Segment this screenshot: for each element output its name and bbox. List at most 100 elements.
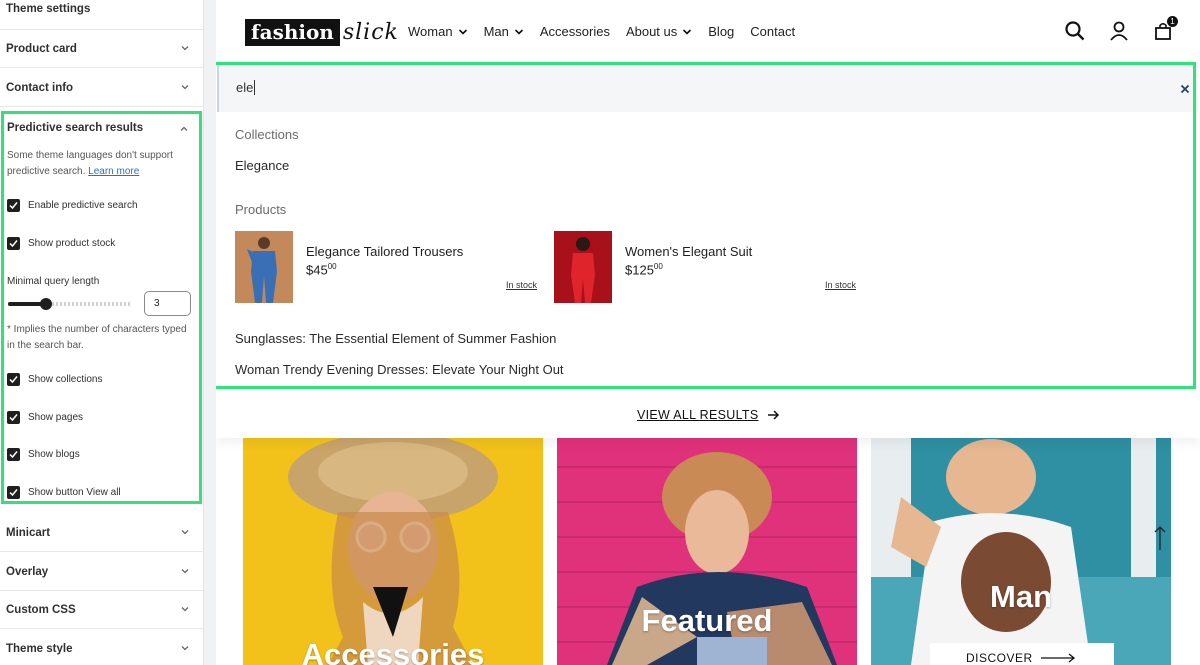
price-cents: 00 xyxy=(327,262,337,271)
nav-item-woman[interactable]: Woman xyxy=(408,24,468,39)
section-minicart[interactable]: Minicart xyxy=(0,514,203,552)
chevron-down-icon xyxy=(181,646,189,651)
nav-label: Accessories xyxy=(539,24,610,39)
header-icons: 1 xyxy=(1064,16,1178,42)
product-price: $4500 xyxy=(306,262,337,277)
checkbox-checked-icon[interactable] xyxy=(7,411,20,424)
checkbox-checked-icon[interactable] xyxy=(7,199,20,212)
predictive-search-heading[interactable]: Predictive search results xyxy=(7,122,143,134)
text-cursor xyxy=(254,79,256,95)
hero-card-featured[interactable]: Featured xyxy=(557,437,857,665)
nav-label: Man xyxy=(483,24,509,39)
chevron-down-icon xyxy=(683,28,692,35)
show-pages-checkbox[interactable]: Show pages xyxy=(7,411,83,424)
product-price: $12500 xyxy=(625,262,663,277)
search-query-text: ele xyxy=(236,79,254,95)
arrow-up-icon xyxy=(1154,526,1166,550)
minimal-query-length-label: Minimal query length xyxy=(7,276,100,287)
price-cents: 00 xyxy=(653,262,663,271)
min-query-slider-thumb[interactable] xyxy=(40,298,52,310)
nav-label: Blog xyxy=(708,24,735,39)
section-custom-css[interactable]: Custom CSS xyxy=(0,591,203,629)
cart-count-badge: 1 xyxy=(1167,16,1178,27)
checkbox-label: Show pages xyxy=(28,412,84,423)
product-thumbnail xyxy=(554,231,612,303)
checkbox-checked-icon[interactable] xyxy=(7,448,20,461)
nav-label: About us xyxy=(625,24,678,39)
hero-label: Accessories xyxy=(301,637,485,665)
section-contact-info[interactable]: Contact info xyxy=(0,69,203,107)
product-result[interactable]: Women's Elegant Suit $12500 In stock xyxy=(554,231,864,303)
view-all-label: VIEW ALL RESULTS xyxy=(637,408,759,422)
nav-item-man[interactable]: Man xyxy=(484,24,524,39)
collections-heading: Collections xyxy=(235,127,299,142)
chevron-down-icon xyxy=(514,28,523,35)
chevron-down-icon xyxy=(181,607,189,612)
chevron-down-icon xyxy=(181,46,189,51)
show-collections-checkbox[interactable]: Show collections xyxy=(7,373,102,386)
collection-result-link[interactable]: Elegance xyxy=(235,158,289,173)
search-icon[interactable] xyxy=(1064,20,1086,42)
arrow-right-icon xyxy=(767,410,779,420)
section-product-card[interactable]: Product card xyxy=(0,30,203,68)
chevron-down-icon xyxy=(181,569,189,574)
article-result-link[interactable]: Sunglasses: The Essential Element of Sum… xyxy=(235,331,556,346)
chevron-up-icon[interactable] xyxy=(179,124,189,134)
main-navigation: Woman Man Accessories About us Blog Cont… xyxy=(408,24,811,39)
discover-label: DISCOVER xyxy=(966,651,1033,665)
predictive-search-dropdown: ele Collections Elegance Products Elegan… xyxy=(216,62,1200,438)
section-overlay[interactable]: Overlay xyxy=(0,553,203,591)
store-preview: Accessories Featured Man DISCOVER fashio… xyxy=(216,0,1200,665)
store-logo[interactable]: fashion slick xyxy=(245,18,399,46)
show-view-all-checkbox[interactable]: Show button View all xyxy=(7,486,121,499)
product-result[interactable]: Elegance Tailored Trousers $4500 In stoc… xyxy=(235,231,545,303)
account-icon[interactable] xyxy=(1108,20,1130,42)
checkbox-label: Enable predictive search xyxy=(28,200,138,211)
section-label: Minicart xyxy=(6,526,51,539)
close-icon[interactable] xyxy=(1180,84,1190,94)
nav-item-accessories[interactable]: Accessories xyxy=(540,24,610,39)
section-label: Product card xyxy=(6,42,77,55)
search-input[interactable]: ele xyxy=(217,62,1198,112)
article-result-link[interactable]: Woman Trendy Evening Dresses: Elevate Yo… xyxy=(235,362,564,377)
nav-item-contact[interactable]: Contact xyxy=(750,24,795,39)
learn-more-link[interactable]: Learn more xyxy=(88,166,139,177)
cart-button[interactable]: 1 xyxy=(1152,16,1178,42)
section-label: Contact info xyxy=(6,81,74,94)
min-query-length-input[interactable]: 3 xyxy=(144,291,191,316)
predictive-search-description: Some theme languages don't support predi… xyxy=(7,148,197,179)
price-value: $45 xyxy=(306,262,328,278)
min-query-note: * Implies the number of characters typed… xyxy=(7,324,187,351)
nav-item-about-us[interactable]: About us xyxy=(626,24,692,39)
section-label: Overlay xyxy=(6,565,49,578)
theme-settings-sidebar: Theme settings Product card Contact info… xyxy=(0,0,204,665)
show-product-stock-checkbox[interactable]: Show product stock xyxy=(7,237,115,250)
discover-button[interactable]: DISCOVER xyxy=(930,643,1114,665)
section-theme-style[interactable]: Theme style xyxy=(0,630,203,665)
logo-wordmark-script: slick xyxy=(342,19,399,45)
nav-label: Contact xyxy=(750,24,796,39)
product-name: Women's Elegant Suit xyxy=(625,244,753,259)
nav-item-blog[interactable]: Blog xyxy=(708,24,734,39)
section-label: Custom CSS xyxy=(6,603,76,616)
price-value: $125 xyxy=(625,262,654,278)
hero-label: Featured xyxy=(641,603,773,638)
theme-settings-heading: Theme settings xyxy=(6,3,91,15)
checkbox-checked-icon[interactable] xyxy=(7,237,20,250)
checkbox-label: Show collections xyxy=(28,374,103,385)
hero-card-man[interactable]: Man xyxy=(871,437,1171,665)
view-all-results-link[interactable]: VIEW ALL RESULTS xyxy=(637,408,780,422)
section-label: Theme style xyxy=(6,642,73,655)
checkbox-checked-icon[interactable] xyxy=(7,486,20,499)
product-thumbnail xyxy=(235,231,293,303)
enable-predictive-search-checkbox[interactable]: Enable predictive search xyxy=(7,199,138,212)
hero-card-accessories[interactable]: Accessories xyxy=(243,437,543,665)
checkbox-checked-icon[interactable] xyxy=(7,373,20,386)
store-header: fashion slick Woman Man Accessories Abou… xyxy=(216,0,1200,62)
chevron-down-icon xyxy=(181,85,189,90)
stock-status: In stock xyxy=(825,280,857,290)
checkbox-label: Show button View all xyxy=(28,487,121,498)
chevron-down-icon xyxy=(181,530,189,535)
arrow-right-icon xyxy=(1040,653,1075,663)
show-blogs-checkbox[interactable]: Show blogs xyxy=(7,448,80,461)
